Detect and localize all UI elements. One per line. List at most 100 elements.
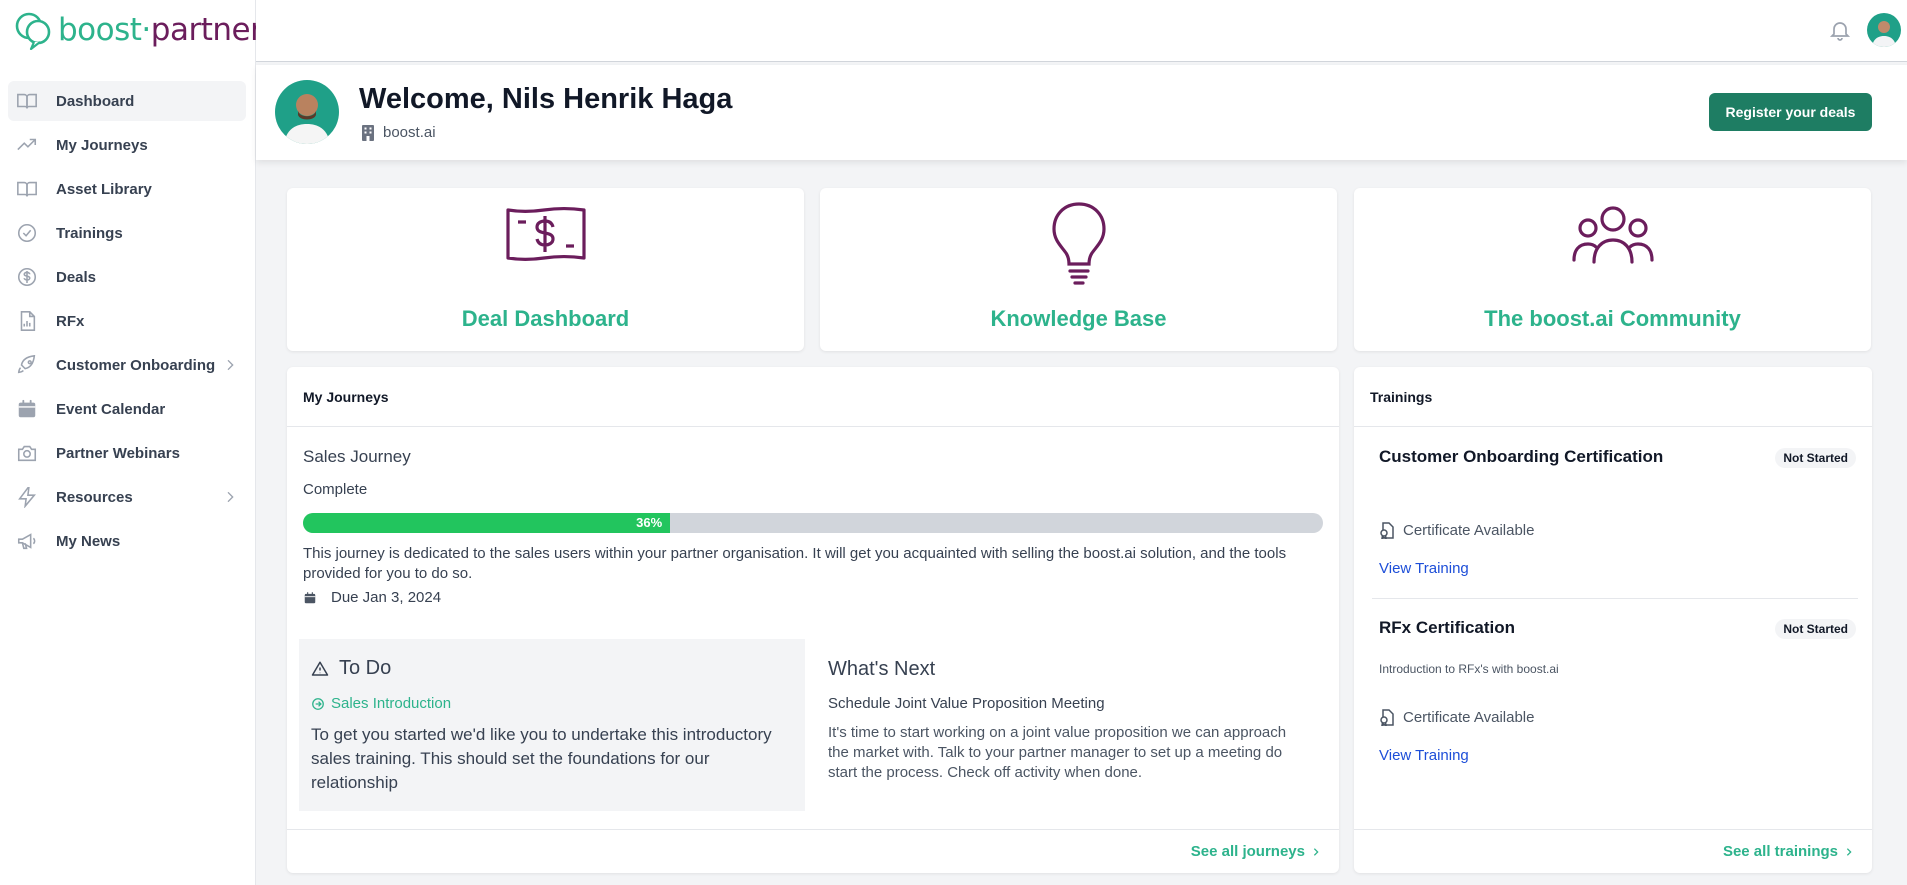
- sidebar-item-resources[interactable]: Resources: [8, 477, 246, 517]
- sidebar-item-my-journeys[interactable]: My Journeys: [8, 125, 246, 165]
- banknote-icon: [505, 206, 586, 262]
- sidebar-item-label: Resources: [56, 488, 133, 506]
- sidebar-item-label: Asset Library: [56, 180, 152, 198]
- warning-icon: [311, 661, 329, 676]
- sidebar-item-label: Event Calendar: [56, 400, 166, 418]
- camera-icon: [16, 442, 38, 464]
- journey-progress-bar: 36%: [303, 513, 1323, 533]
- book-open-icon: [16, 90, 38, 112]
- lightning-icon: [16, 486, 38, 508]
- sidebar-item-rfx[interactable]: RFx: [8, 301, 246, 341]
- user-avatar[interactable]: [1867, 13, 1901, 47]
- users-group-icon: [1571, 206, 1654, 264]
- training-title: RFx Certification: [1379, 618, 1516, 637]
- see-all-journeys-link[interactable]: See all journeys: [1191, 843, 1321, 860]
- calendar-icon: [16, 398, 38, 420]
- next-text: It's time to start working on a joint va…: [828, 724, 1287, 781]
- trending-up-icon: [16, 134, 38, 156]
- sidebar-item-deals[interactable]: Deals: [8, 257, 246, 297]
- view-training-link[interactable]: View Training: [1379, 560, 1469, 577]
- sidebar-nav: Dashboard My Journeys Asset Library Trai…: [8, 81, 246, 565]
- sidebar: boost·partner Dashboard My Journeys Asse…: [0, 0, 263, 885]
- register-deals-button[interactable]: Register your deals: [1709, 93, 1872, 131]
- view-training-link[interactable]: View Training: [1379, 747, 1469, 764]
- sidebar-item-my-news[interactable]: My News: [8, 521, 246, 561]
- todo-link[interactable]: Sales Introduction: [311, 695, 451, 712]
- sidebar-item-asset-library[interactable]: Asset Library: [8, 169, 246, 209]
- check-circle-icon: [16, 222, 38, 244]
- certificate-info: Certificate Available: [1379, 522, 1534, 539]
- calendar-icon: [304, 591, 316, 603]
- todo-box: To Do Sales Introduction To get you star…: [299, 639, 805, 811]
- certificate-icon: [1380, 709, 1394, 726]
- certificate-label: Certificate Available: [1403, 709, 1535, 726]
- arrow-circle-right-icon: [312, 697, 324, 710]
- knowledge-base-card[interactable]: Knowledge Base: [820, 188, 1337, 351]
- building-icon: [362, 124, 374, 141]
- book-icon: [16, 178, 38, 200]
- dollar-circle-icon: [16, 266, 38, 288]
- trainings-panel: Trainings Customer Onboarding Certificat…: [1354, 367, 1872, 873]
- sidebar-item-label: My News: [56, 532, 121, 550]
- logo[interactable]: boost·partner: [14, 10, 263, 50]
- chat-bubbles-logo-icon: [15, 12, 51, 50]
- welcome-header: Welcome, Nils Henrik Haga boost.ai Regis…: [256, 65, 1907, 160]
- rocket-icon: [16, 354, 38, 376]
- panel-title: Trainings: [1354, 367, 1872, 427]
- due-date: Due Jan 3, 2024: [331, 589, 442, 606]
- progress-fill: 36%: [303, 513, 671, 533]
- topbar: [256, 0, 1907, 62]
- training-title: Customer Onboarding Certification: [1379, 447, 1664, 466]
- journey-due: Due Jan 3, 2024: [303, 589, 441, 606]
- journey-description: This journey is dedicated to the sales u…: [303, 545, 1287, 582]
- sidebar-item-label: RFx: [56, 312, 85, 330]
- profile-avatar: [275, 80, 339, 144]
- sidebar-item-trainings[interactable]: Trainings: [8, 213, 246, 253]
- panel-footer: See all journeys: [287, 829, 1339, 873]
- todo-header: To Do: [311, 657, 391, 680]
- sidebar-item-label: My Journeys: [56, 136, 148, 154]
- tile-title: Deal Dashboard: [461, 306, 630, 331]
- sidebar-item-label: Dashboard: [56, 92, 135, 110]
- panel-title: My Journeys: [287, 367, 1339, 427]
- certificate-label: Certificate Available: [1403, 522, 1535, 539]
- todo-text: To get you started we'd like you to unde…: [311, 725, 772, 792]
- certificate-icon: [1380, 522, 1394, 539]
- deal-dashboard-card[interactable]: Deal Dashboard: [287, 188, 804, 351]
- see-all-label: See all trainings: [1722, 843, 1838, 860]
- training-description: Introduction to RFx's with boost.ai: [1379, 662, 1559, 676]
- sidebar-item-partner-webinars[interactable]: Partner Webinars: [8, 433, 246, 473]
- next-subtitle: Schedule Joint Value Proposition Meeting: [828, 695, 1105, 712]
- sidebar-item-label: Customer Onboarding: [56, 356, 216, 374]
- status-badge: Not Started: [1775, 619, 1856, 639]
- see-all-label: See all journeys: [1190, 843, 1305, 860]
- bell-icon[interactable]: [1828, 18, 1852, 42]
- page-title: Welcome, Nils Henrik Haga: [359, 83, 733, 115]
- chevron-right-icon: [1846, 847, 1852, 856]
- panel-footer: See all trainings: [1354, 829, 1872, 873]
- tile-title: Knowledge Base: [990, 306, 1167, 331]
- next-title: What's Next: [828, 658, 936, 680]
- status-badge: Not Started: [1775, 448, 1856, 468]
- logo-wordmark: boost·partner: [58, 12, 263, 48]
- tile-title: The boost.ai Community: [1484, 306, 1741, 331]
- sidebar-item-label: Deals: [56, 268, 97, 286]
- chevron-right-icon[interactable]: [222, 357, 238, 373]
- journey-name: Sales Journey: [303, 447, 411, 466]
- see-all-trainings-link[interactable]: See all trainings: [1723, 843, 1854, 860]
- sidebar-item-label: Partner Webinars: [56, 444, 180, 462]
- journey-status: Complete: [303, 481, 368, 498]
- company-name: boost.ai: [383, 124, 436, 141]
- community-card[interactable]: The boost.ai Community: [1354, 188, 1871, 351]
- todo-link-label: Sales Introduction: [331, 695, 452, 712]
- document-chart-icon: [16, 310, 38, 332]
- todo-title: To Do: [339, 657, 392, 679]
- lightbulb-icon: [1051, 202, 1106, 285]
- chevron-right-icon: [1313, 847, 1319, 856]
- divider: [1372, 598, 1858, 599]
- chevron-right-icon[interactable]: [222, 489, 238, 505]
- sidebar-item-customer-onboarding[interactable]: Customer Onboarding: [8, 345, 246, 385]
- my-journeys-panel: My Journeys Sales Journey Complete 36% T…: [287, 367, 1339, 873]
- sidebar-item-event-calendar[interactable]: Event Calendar: [8, 389, 246, 429]
- sidebar-item-dashboard[interactable]: Dashboard: [8, 81, 246, 121]
